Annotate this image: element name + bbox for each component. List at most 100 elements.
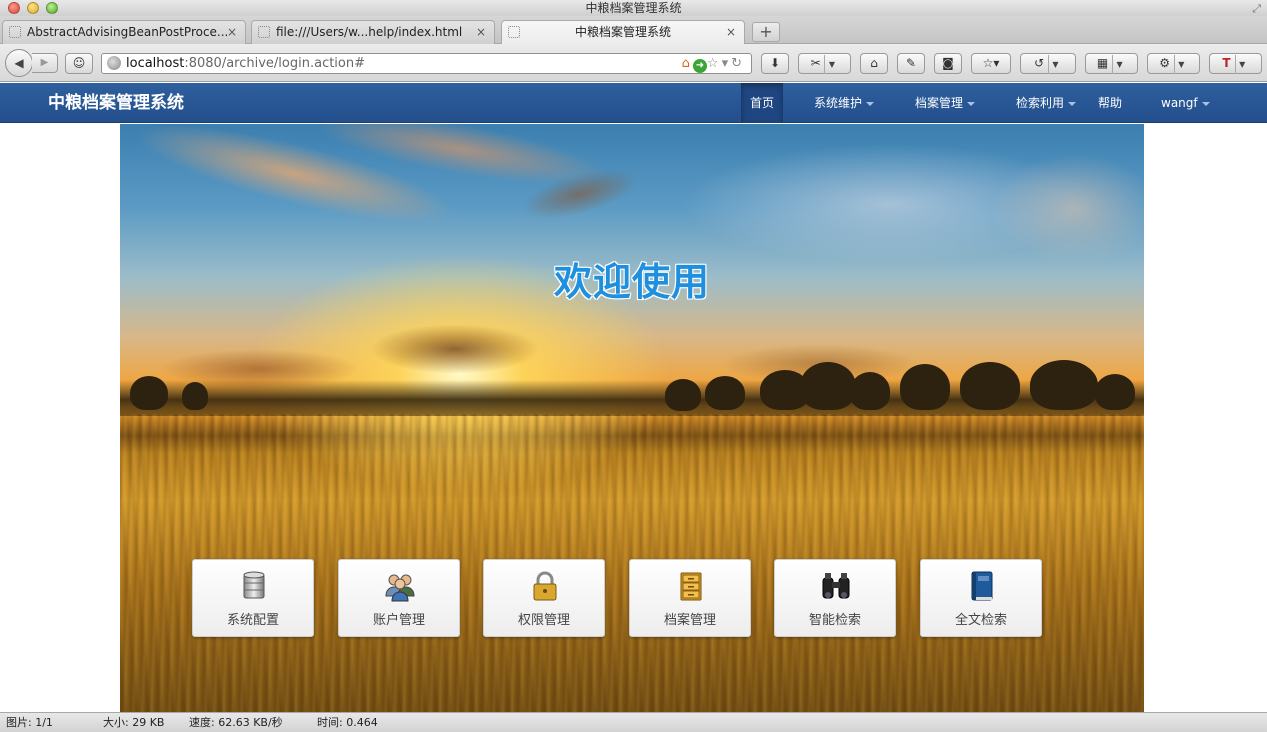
caret-down-icon: [1068, 101, 1077, 106]
tab-title: AbstractAdvisingBeanPostProce...: [27, 25, 229, 39]
caret-down-icon: [866, 101, 875, 106]
browser-tab[interactable]: file:///Users/w...help/index.html ×: [251, 20, 495, 44]
new-tab-button[interactable]: +: [752, 22, 780, 42]
tab-close-icon[interactable]: ×: [227, 21, 237, 43]
browser-tab[interactable]: AbstractAdvisingBeanPostProce... ×: [2, 20, 246, 44]
tree: [705, 376, 745, 410]
browser-toolbar: ◀ ▶ ☺ localhost:8080/archive/login.actio…: [0, 44, 1267, 82]
caret-down-icon: [967, 101, 976, 106]
nav-item-help[interactable]: 帮助: [1098, 83, 1122, 123]
fullscreen-icon[interactable]: ⤢: [1252, 1, 1261, 17]
tree: [800, 362, 856, 410]
tile-account-management[interactable]: 账户管理: [338, 559, 460, 637]
tree: [960, 362, 1020, 410]
mask-icon[interactable]: ◙: [934, 53, 962, 74]
back-button[interactable]: ◀: [5, 49, 33, 77]
nav-label: 系统维护: [814, 96, 863, 110]
tree: [1030, 360, 1098, 410]
status-bar: 图片: 1/1 大小: 29 KB 速度: 62.63 KB/秒 时间: 0.4…: [0, 712, 1267, 732]
nav-label: wangf: [1161, 96, 1198, 110]
tile-label: 系统配置: [226, 613, 279, 628]
page-icon: [258, 26, 270, 38]
browser-tab-active[interactable]: 中粮档案管理系统 ×: [501, 20, 745, 45]
nav-item-system[interactable]: 系统维护: [814, 83, 875, 123]
identity-icon[interactable]: ☺: [65, 53, 93, 74]
window-title: 中粮档案管理系统: [585, 1, 682, 15]
bookmark-star-icon[interactable]: ☆: [707, 56, 722, 71]
nav-label: 档案管理: [915, 96, 964, 110]
database-icon: [243, 571, 265, 599]
status-speed: 速度: 62.63 KB/秒: [189, 716, 283, 729]
tab-title: file:///Users/w...help/index.html: [276, 25, 463, 39]
status-size: 大小: 29 KB: [103, 716, 165, 729]
chevron-down-icon[interactable]: ▼: [824, 55, 838, 74]
download-icon[interactable]: ⬇: [761, 53, 789, 74]
page-icon: [508, 26, 520, 38]
chevron-down-icon[interactable]: ▼: [1112, 55, 1126, 74]
tab-close-icon[interactable]: ×: [726, 21, 736, 43]
tree: [850, 372, 890, 410]
window-titlebar: 中粮档案管理系统 ⤢: [0, 0, 1267, 16]
page-icon: [9, 26, 21, 38]
tree: [182, 382, 208, 410]
brush-icon[interactable]: ✎: [897, 53, 925, 74]
cloud: [370, 324, 540, 374]
tree: [900, 364, 950, 410]
tile-label: 全文检索: [954, 613, 1007, 628]
chevron-down-icon[interactable]: ▼: [1047, 55, 1062, 74]
tile-label: 档案管理: [663, 613, 716, 628]
users-icon: [385, 574, 415, 602]
binoculars-icon: [822, 573, 850, 599]
reload-icon[interactable]: ↻: [731, 56, 745, 71]
translate-icon[interactable]: T ▼: [1209, 53, 1262, 74]
nav-item-archives[interactable]: 档案管理: [915, 83, 976, 123]
tab-close-icon[interactable]: ×: [476, 21, 486, 43]
tile-smart-search[interactable]: 智能检索: [774, 559, 896, 637]
caret-down-icon: [1201, 101, 1210, 106]
app-navbar: 中粮档案管理系统 首页 系统维护 档案管理 检索利用 帮助 wangf: [0, 83, 1267, 123]
home-icon[interactable]: ⌂: [682, 56, 693, 71]
forward-button[interactable]: ▶: [32, 53, 58, 73]
address-bar[interactable]: localhost:8080/archive/login.action# ⌂ ➜ ☆…: [101, 53, 752, 74]
tile-label: 智能检索: [808, 613, 861, 628]
chevron-down-icon[interactable]: ▼: [1234, 55, 1249, 74]
nav-item-user[interactable]: wangf: [1161, 83, 1210, 123]
apps-grid-icon[interactable]: ▦ ▼: [1085, 53, 1138, 74]
go-icon[interactable]: ➜: [692, 59, 707, 73]
hero-banner: 欢迎使用 系统配置 账户管理 权限管理 档案管理 智能检索 全文检索: [120, 124, 1144, 712]
nav-label: 帮助: [1098, 96, 1123, 110]
tile-fulltext-search[interactable]: 全文检索: [920, 559, 1042, 637]
status-image-count: 图片: 1/1: [6, 716, 53, 729]
tab-title: 中粮档案管理系统: [574, 25, 671, 39]
tile-archive-management[interactable]: 档案管理: [629, 559, 751, 637]
book-icon: [971, 571, 993, 601]
tree: [130, 376, 168, 410]
tab-strip: AbstractAdvisingBeanPostProce... × file:…: [0, 16, 1267, 45]
home-button-icon[interactable]: ⌂: [860, 53, 888, 74]
tile-label: 账户管理: [372, 613, 425, 628]
tree: [1095, 374, 1135, 410]
tile-label: 权限管理: [517, 613, 570, 628]
nav-item-search[interactable]: 检索利用: [1016, 83, 1077, 123]
zoom-window-button[interactable]: [46, 2, 58, 14]
nav-label: 检索利用: [1016, 96, 1065, 110]
tile-system-config[interactable]: 系统配置: [192, 559, 314, 637]
tools-icon[interactable]: ⚙ ▼: [1147, 53, 1200, 74]
welcome-heading: 欢迎使用: [553, 260, 710, 304]
status-time: 时间: 0.464: [317, 716, 378, 729]
dropdown-arrow-icon[interactable]: ▾: [722, 56, 732, 71]
bookmarks-menu-icon[interactable]: ☆▾: [971, 53, 1011, 74]
chevron-down-icon[interactable]: ▼: [1173, 55, 1188, 74]
url-host: localhost: [126, 56, 185, 71]
app-brand[interactable]: 中粮档案管理系统: [48, 83, 184, 123]
tree: [665, 379, 701, 411]
globe-icon: [107, 56, 121, 70]
close-window-button[interactable]: [8, 2, 20, 14]
screenshot-icon[interactable]: ✂ ▼: [798, 53, 851, 74]
padlock-icon: [533, 571, 557, 601]
sync-icon[interactable]: ↺ ▼: [1020, 53, 1076, 74]
nav-item-home[interactable]: 首页: [741, 83, 783, 123]
url-path: :8080/archive/login.action#: [184, 56, 366, 71]
minimize-window-button[interactable]: [27, 2, 39, 14]
tile-permission-management[interactable]: 权限管理: [483, 559, 605, 637]
